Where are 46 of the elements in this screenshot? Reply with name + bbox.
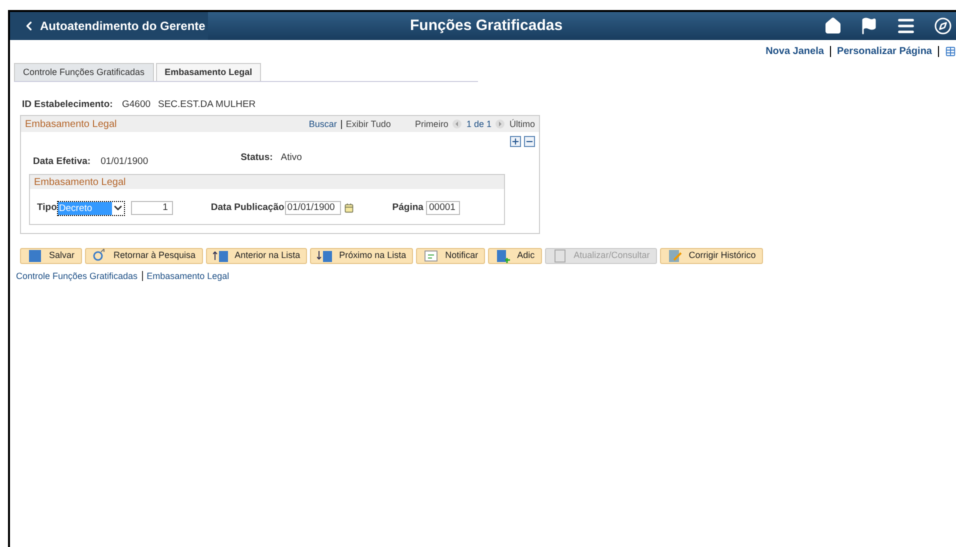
top-link[interactable]: Nova Janela bbox=[766, 44, 824, 59]
remove-row-icon[interactable] bbox=[524, 136, 535, 148]
field-label: Tipo bbox=[37, 200, 57, 215]
show-all-link[interactable]: Exibir Tudo bbox=[346, 118, 391, 131]
calendar-icon[interactable] bbox=[344, 203, 354, 213]
field-label: ID Estabelecimento: bbox=[22, 98, 114, 112]
toolbar-button[interactable]: Retornar à Pesquisa bbox=[84, 248, 203, 264]
menu-icon[interactable] bbox=[896, 16, 916, 36]
search-link[interactable]: Buscar bbox=[308, 118, 337, 131]
field-value: 01/01/1900 bbox=[100, 155, 150, 170]
note-icon bbox=[423, 248, 440, 264]
add-row-icon[interactable] bbox=[510, 136, 521, 148]
date-field[interactable]: 01/01/1900 bbox=[285, 201, 342, 215]
flag-icon[interactable] bbox=[860, 17, 878, 35]
add-row-icon bbox=[495, 248, 512, 264]
field-label: Status: bbox=[240, 151, 273, 166]
back-button[interactable]: Autoatendimento do Gerente bbox=[10, 12, 208, 40]
page-title: Funções Gratificadas bbox=[410, 16, 563, 36]
table-icon[interactable] bbox=[945, 46, 956, 57]
field-label: Data Efetiva: bbox=[33, 155, 91, 170]
toolbar-button[interactable]: Próximo na Lista bbox=[310, 248, 414, 264]
pencil-page-icon bbox=[666, 248, 683, 264]
home-icon[interactable] bbox=[824, 17, 842, 35]
field-value: SEC.EST.DA MULHER bbox=[158, 98, 256, 112]
section-title: Embasamento Legal bbox=[25, 118, 117, 132]
field-value: G4600 bbox=[122, 98, 152, 112]
sub-section-title: Embasamento Legal bbox=[30, 174, 504, 188]
field-value: Ativo bbox=[280, 151, 302, 166]
toolbar-button[interactable]: Corrigir Histórico bbox=[660, 248, 763, 264]
page-field[interactable]: 00001 bbox=[426, 201, 460, 215]
tab[interactable]: Embasamento Legal bbox=[156, 63, 262, 81]
toolbar-button[interactable]: Salvar bbox=[20, 248, 82, 264]
field-label: Página bbox=[392, 200, 424, 215]
save-icon bbox=[27, 248, 43, 264]
number-field[interactable]: 1 bbox=[130, 201, 173, 215]
toolbar-button[interactable]: Anterior na Lista bbox=[206, 248, 308, 264]
top-link[interactable]: Personalizar Página bbox=[836, 44, 932, 59]
field-label: Data Publicação bbox=[210, 200, 284, 215]
page-link[interactable]: Embasamento Legal bbox=[146, 270, 230, 283]
toolbar-button[interactable]: Adic bbox=[488, 248, 542, 264]
compass-icon[interactable] bbox=[934, 17, 952, 35]
page-range: 1 de 1 bbox=[466, 118, 492, 130]
document-icon bbox=[552, 248, 568, 264]
toolbar-button[interactable]: Notificar bbox=[416, 248, 486, 264]
tab[interactable]: Controle Funções Gratificadas bbox=[14, 63, 154, 81]
page-link[interactable]: Controle Funções Gratificadas bbox=[16, 270, 138, 283]
